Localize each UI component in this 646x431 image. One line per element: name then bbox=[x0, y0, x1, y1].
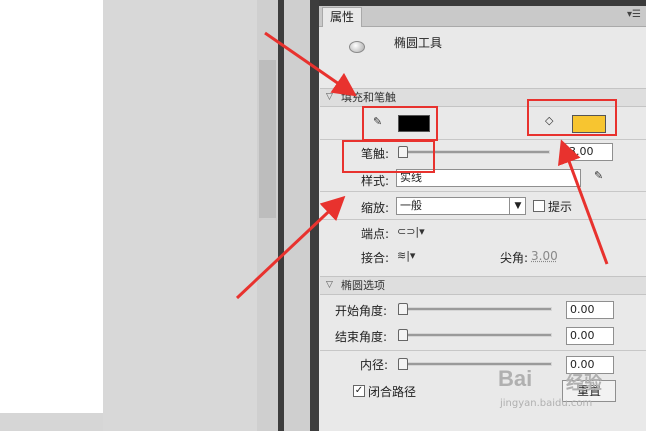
arrow-to-stroke-width bbox=[235, 195, 346, 300]
annotation-arrows bbox=[235, 31, 609, 300]
arrow-to-section-title bbox=[264, 31, 357, 97]
arrow-to-fill-color bbox=[557, 139, 609, 265]
